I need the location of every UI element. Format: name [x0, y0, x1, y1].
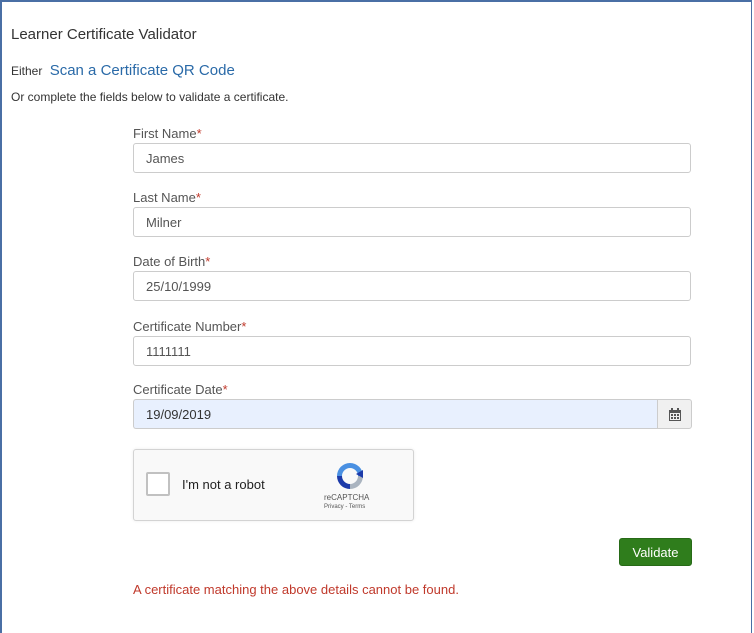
- recaptcha-checkbox[interactable]: [146, 472, 170, 496]
- certificate-number-label: Certificate Number*: [133, 319, 246, 334]
- date-of-birth-input[interactable]: [133, 271, 691, 301]
- last-name-label: Last Name*: [133, 190, 201, 205]
- certificate-date-input[interactable]: [133, 399, 657, 429]
- recaptcha-widget: I'm not a robot reCAPTCHA Privacy - Term…: [133, 449, 414, 521]
- required-marker: *: [222, 382, 228, 397]
- calendar-button[interactable]: [657, 399, 692, 429]
- required-marker: *: [241, 319, 247, 334]
- last-name-label-text: Last Name: [133, 190, 196, 205]
- recaptcha-links: Privacy - Terms: [324, 504, 404, 510]
- certificate-date-label-text: Certificate Date: [133, 382, 223, 397]
- recaptcha-privacy-link[interactable]: Privacy: [324, 504, 344, 510]
- recaptcha-logo-icon: [337, 463, 363, 489]
- certificate-date-label: Certificate Date*: [133, 382, 228, 397]
- last-name-input[interactable]: [133, 207, 691, 237]
- scan-qr-code-link[interactable]: Scan a Certificate QR Code: [50, 62, 235, 79]
- calendar-icon: [668, 407, 681, 421]
- required-marker: *: [205, 254, 211, 269]
- page-title: Learner Certificate Validator: [11, 26, 197, 43]
- first-name-input[interactable]: [133, 143, 691, 173]
- scan-option-line: Either Scan a Certificate QR Code: [11, 62, 235, 79]
- first-name-label-text: First Name: [133, 126, 197, 141]
- recaptcha-brand: reCAPTCHA: [324, 493, 370, 502]
- required-marker: *: [195, 190, 201, 205]
- validate-button[interactable]: Validate: [619, 538, 692, 566]
- date-of-birth-label-text: Date of Birth: [133, 254, 206, 269]
- certificate-number-label-text: Certificate Number: [133, 319, 242, 334]
- recaptcha-label: I'm not a robot: [182, 477, 265, 492]
- certificate-number-input[interactable]: [133, 336, 691, 366]
- required-marker: *: [196, 126, 202, 141]
- date-of-birth-label: Date of Birth*: [133, 254, 210, 269]
- instructions-text: Or complete the fields below to validate…: [11, 90, 289, 104]
- error-message: A certificate matching the above details…: [133, 582, 459, 597]
- first-name-label: First Name*: [133, 126, 202, 141]
- recaptcha-terms-link[interactable]: Terms: [349, 504, 365, 510]
- certificate-date-group: [133, 399, 692, 429]
- page-frame: Learner Certificate Validator Either Sca…: [0, 0, 752, 633]
- either-prefix: Either: [11, 64, 43, 78]
